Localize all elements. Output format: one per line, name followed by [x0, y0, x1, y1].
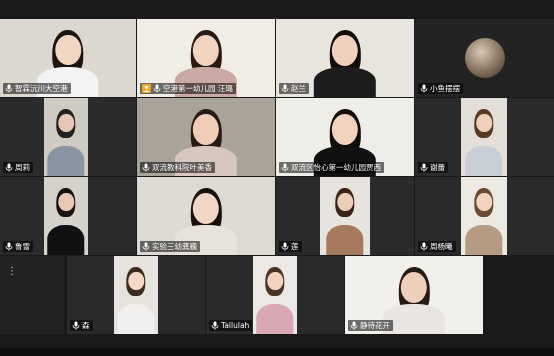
participant-tile[interactable]: 小鱼摆摆	[415, 19, 554, 97]
participant-name: 智霖沅川大空港	[15, 84, 68, 93]
participant-name-label: 空港第一幼儿园 汪璐	[140, 83, 236, 94]
participant-tile[interactable]: 赵兰	[276, 19, 414, 97]
microphone-icon	[72, 321, 80, 330]
participant-avatar	[464, 38, 505, 78]
participant-name: 鲁雪	[15, 242, 30, 251]
microphone-icon	[420, 242, 428, 251]
participant-figure	[256, 256, 294, 334]
participant-name: 周莉	[15, 163, 30, 172]
participant-name-label: 小鱼摆摆	[418, 83, 463, 94]
participant-name-label: 莲	[279, 241, 302, 252]
microphone-icon	[5, 242, 13, 251]
participant-tile[interactable]: 周杨曦	[415, 177, 554, 255]
participant-name-label: 周杨曦	[418, 241, 456, 252]
participant-name: 赵兰	[291, 84, 306, 93]
participant-figure	[465, 177, 503, 255]
participant-tile[interactable]: 双流教科院叶美香	[137, 98, 275, 176]
participant-name: 小鱼摆摆	[430, 84, 460, 93]
participant-name: Tallulah	[221, 321, 250, 330]
microphone-icon	[142, 242, 150, 251]
microphone-icon	[153, 84, 161, 93]
participant-name-label: 智霖沅川大空港	[3, 83, 71, 94]
participant-name-label: 双流教科院叶美香	[140, 162, 215, 173]
participant-figure	[326, 177, 364, 255]
participant-video	[461, 98, 507, 176]
participant-tile[interactable]: Tallulah	[206, 256, 344, 334]
microphone-icon	[5, 163, 13, 172]
participant-name-label: 森	[70, 320, 93, 331]
participant-figure	[465, 98, 503, 176]
participant-name-label: Tallulah	[209, 320, 253, 331]
participant-tile[interactable]: 周莉	[0, 98, 136, 176]
participant-video	[44, 98, 88, 176]
participant-video	[114, 256, 158, 334]
participant-tile[interactable]: 静待花开	[345, 256, 483, 334]
participant-name-label: 鲁雪	[3, 241, 33, 252]
host-badge-icon	[142, 84, 151, 93]
participant-name: 实验三幼龚巍	[152, 242, 197, 251]
participant-name: 双流教科院叶美香	[152, 163, 212, 172]
microphone-icon	[420, 163, 428, 172]
participant-figure	[47, 177, 85, 255]
participant-tile[interactable]: 双流区怡心第一幼儿园贾西	[276, 98, 414, 176]
microphone-icon	[142, 163, 150, 172]
participant-video	[44, 177, 88, 255]
participant-name: 静待花开	[360, 321, 390, 330]
participant-name: 空港第一幼儿园 汪璐	[163, 84, 233, 93]
participant-tile[interactable]: 森	[67, 256, 205, 334]
participant-tile[interactable]: 智霖沅川大空港	[0, 19, 136, 97]
microphone-icon	[281, 242, 289, 251]
participant-name: 双流区怡心第一幼儿园贾西	[291, 163, 381, 172]
participant-name-label: 双流区怡心第一幼儿园贾西	[279, 162, 384, 173]
participant-figure	[47, 98, 85, 176]
participant-name-label: 赵兰	[279, 83, 309, 94]
participant-tile[interactable]: 鲁雪	[0, 177, 136, 255]
participant-tile[interactable]: 莲	[276, 177, 414, 255]
participant-video	[253, 256, 297, 334]
participant-name-label: 谢蕾	[418, 162, 448, 173]
microphone-icon	[281, 84, 289, 93]
more-options-icon[interactable]: ⋮	[6, 266, 18, 278]
video-grid: 智霖沅川大空港 空港第一幼儿园 汪璐 赵兰 小鱼摆摆周莉 双流教科院叶美香 双流区怡心第一…	[0, 0, 554, 356]
participant-name: 周杨曦	[430, 242, 453, 251]
microphone-icon	[281, 163, 289, 172]
participant-tile[interactable]: 实验三幼龚巍	[137, 177, 275, 255]
participant-figure	[117, 256, 155, 334]
microphone-icon	[350, 321, 358, 330]
participant-name-label: 静待花开	[348, 320, 393, 331]
participant-name: 莲	[291, 242, 299, 251]
microphone-icon	[420, 84, 428, 93]
participant-name-label: 周莉	[3, 162, 33, 173]
bottom-edge	[0, 348, 554, 356]
participant-name: 谢蕾	[430, 163, 445, 172]
participant-video	[320, 177, 370, 255]
participant-name: 森	[82, 321, 90, 330]
participant-video	[461, 177, 507, 255]
microphone-icon	[5, 84, 13, 93]
participant-figure	[313, 19, 377, 97]
microphone-icon	[211, 321, 219, 330]
participant-name-label: 实验三幼龚巍	[140, 241, 200, 252]
participant-tile[interactable]: 空港第一幼儿园 汪璐	[137, 19, 275, 97]
participant-tile[interactable]: 谢蕾	[415, 98, 554, 176]
